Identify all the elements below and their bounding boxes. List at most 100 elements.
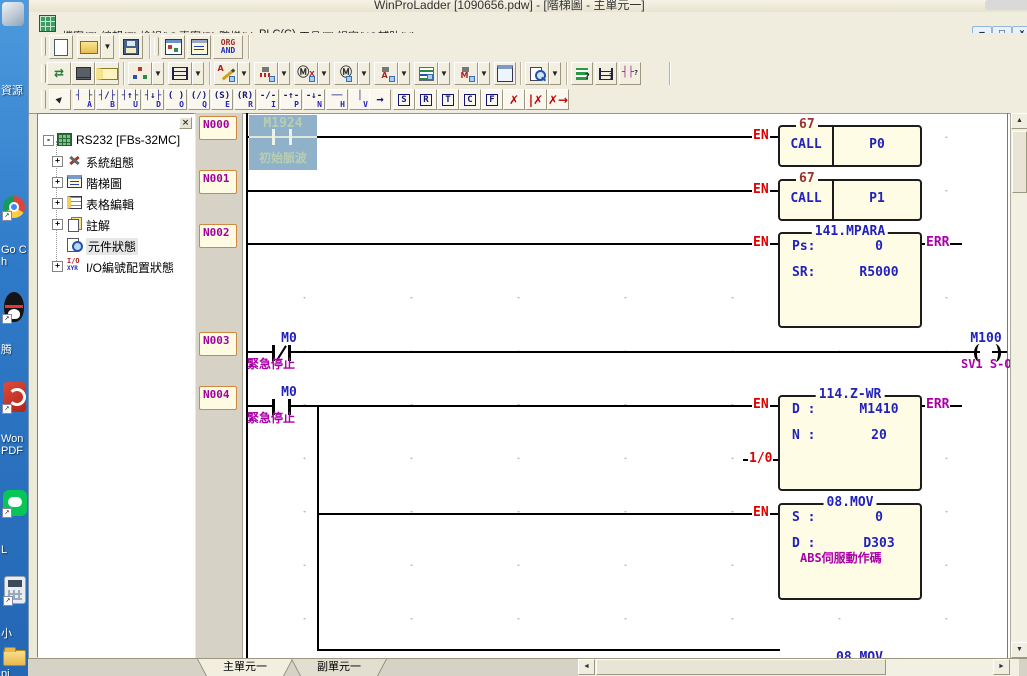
tool-counter-instruction[interactable]: C — [459, 89, 481, 110]
project-tree-button[interactable] — [128, 62, 152, 85]
plug-m-dropdown[interactable]: ▼ — [478, 62, 490, 85]
tree-root-expander[interactable]: - — [43, 135, 54, 146]
project-window-button[interactable] — [161, 35, 185, 59]
desktop-icon-label[interactable]: L — [1, 544, 27, 556]
io-swap-button[interactable]: ⇄ — [47, 62, 71, 85]
vertical-scrollbar[interactable]: ▲ ▼ — [1010, 113, 1027, 658]
tool-vline[interactable]: │V — [349, 89, 371, 110]
desktop-icon-label[interactable]: 小 — [1, 628, 27, 640]
tool-function-instruction[interactable]: F — [481, 89, 503, 110]
tree-root-label[interactable]: RS232 [FBs-32MC] — [76, 133, 180, 147]
recycle-bin-icon[interactable] — [2, 2, 24, 26]
tool-contact-b[interactable]: ┤/├B — [96, 89, 118, 110]
status-page-button[interactable] — [414, 62, 438, 85]
tree-close-button[interactable]: × — [179, 117, 192, 129]
scroll-right-button[interactable]: ► — [993, 659, 1010, 675]
tree-expander[interactable]: + — [52, 198, 63, 209]
network-label-n002[interactable]: N002 — [199, 224, 237, 248]
pdf-reader-icon[interactable]: ↗ — [3, 382, 26, 412]
tool-delete-vline[interactable]: |✗ — [525, 89, 547, 110]
open-file-button[interactable] — [77, 35, 101, 59]
status-page-dropdown[interactable]: ▼ — [438, 62, 450, 85]
coil-monitor-button[interactable] — [254, 62, 278, 85]
scrollbar-thumb[interactable] — [1012, 131, 1027, 193]
scroll-down-button[interactable]: ▼ — [1011, 642, 1027, 658]
tree-expander[interactable]: + — [52, 219, 63, 230]
network-label-n003[interactable]: N003 — [199, 332, 237, 356]
network-label-n000[interactable]: N000 — [199, 116, 237, 140]
network-label-n004[interactable]: N004 — [199, 386, 237, 410]
scroll-up-button[interactable]: ▲ — [1011, 113, 1027, 129]
zwr-block[interactable]: 114.Z-WR D : M1410 N : 20 — [778, 395, 922, 491]
plug-a-button[interactable]: A — [374, 62, 398, 85]
plug-m-button[interactable]: M — [454, 62, 478, 85]
desktop-icon-label[interactable]: Go Ch — [1, 244, 27, 268]
tree-item-comment[interactable]: 註解 — [86, 217, 110, 234]
folder-icon[interactable] — [3, 650, 26, 666]
tree-item-ladder-diagram[interactable]: 階梯圖 — [86, 175, 122, 192]
tree-item-io-config[interactable]: I/O編號配置狀態 — [86, 259, 174, 276]
desktop-icon-label[interactable]: pi — [1, 668, 27, 676]
ladder-window-button[interactable] — [187, 35, 211, 59]
tree-item-element-status[interactable]: 元件狀態 — [86, 238, 138, 255]
tool-coil-o[interactable]: ( )O — [165, 89, 187, 110]
find-button[interactable] — [525, 62, 549, 85]
network-label-n001[interactable]: N001 — [199, 170, 237, 194]
ladder-query-button[interactable]: ? — [595, 62, 617, 85]
tool-timer-instruction[interactable]: T — [437, 89, 459, 110]
memory-chip-button[interactable] — [71, 62, 95, 85]
contact-query-button[interactable]: ┤├? — [619, 62, 641, 85]
mpara-block[interactable]: 141.MPARA Ps: 0 SR: R5000 — [778, 232, 922, 328]
tool-hline[interactable]: ──H — [326, 89, 348, 110]
call-p1-block[interactable]: 67 CALL P1 — [778, 179, 922, 221]
tool-coil-q[interactable]: (/)Q — [188, 89, 210, 110]
tool-select-cursor[interactable]: ► — [49, 89, 71, 110]
open-file-dropdown[interactable]: ▼ — [101, 35, 114, 59]
tool-reset-instruction[interactable]: R — [415, 89, 437, 110]
desktop-icon-label[interactable]: 腾 — [1, 344, 27, 356]
line-app-icon[interactable]: ↗ — [3, 490, 27, 516]
desktop-icon-label[interactable]: Won PDF — [1, 433, 27, 457]
main-window-controls[interactable] — [985, 0, 1027, 10]
horizontal-scrollbar[interactable]: ◄ ► — [578, 659, 1019, 676]
toolbar-grip[interactable] — [41, 64, 46, 83]
motor-dropdown[interactable]: ▼ — [358, 62, 370, 85]
scrollbar-thumb[interactable] — [596, 659, 886, 675]
qq-icon[interactable]: ↗ — [4, 292, 24, 322]
call-p0-block[interactable]: 67 CALL P0 — [778, 125, 922, 167]
plug-a-dropdown[interactable]: ▼ — [398, 62, 410, 85]
ladder-view-dropdown[interactable]: ▼ — [192, 62, 204, 85]
tool-set-instruction[interactable]: S — [393, 89, 415, 110]
tool-contact-u[interactable]: ┤↑├U — [119, 89, 141, 110]
tool-rising-p[interactable]: -↑-P — [280, 89, 302, 110]
chrome-icon[interactable]: ↗ — [3, 196, 25, 218]
tree-expander[interactable]: + — [52, 177, 63, 188]
tool-line-right[interactable]: → — [369, 89, 391, 110]
ladder-view-button[interactable] — [168, 62, 192, 85]
toolbar-grip[interactable] — [41, 37, 46, 56]
org-and-instruction-button[interactable]: ORG AND — [213, 35, 243, 59]
tool-falling-n[interactable]: -↓-N — [303, 89, 325, 110]
motor-x-dropdown[interactable]: ▼ — [318, 62, 330, 85]
scroll-left-button[interactable]: ◄ — [578, 659, 595, 675]
find-dropdown[interactable]: ▼ — [549, 62, 561, 85]
new-file-button[interactable] — [49, 35, 73, 59]
mov-block[interactable]: 08.MOV S : 0 D : D303 ABS伺服動作碼 — [778, 503, 922, 600]
calculator-icon[interactable]: ↗ — [4, 576, 26, 604]
element-status-query-button[interactable]: ? — [571, 62, 593, 85]
tab-sub-unit[interactable]: 副單元一 — [292, 659, 386, 676]
toolbar-grip[interactable] — [154, 37, 159, 56]
tree-expander[interactable]: + — [52, 156, 63, 167]
edit-element-dropdown[interactable]: ▼ — [238, 62, 250, 85]
tool-delete-hline[interactable]: ✗→ — [547, 89, 569, 110]
tree-item-table-edit[interactable]: 表格編輯 — [86, 196, 134, 213]
tool-contact-d[interactable]: ┤↓├D — [142, 89, 164, 110]
tab-main-unit[interactable]: 主單元一 — [198, 659, 292, 676]
tool-coil-reset[interactable]: (R)R — [234, 89, 256, 110]
motor-button[interactable]: Ⓜ — [334, 62, 358, 85]
register-book-button[interactable] — [95, 62, 119, 85]
window-layout-button[interactable] — [494, 62, 516, 85]
edit-element-button[interactable]: A — [214, 62, 238, 85]
motor-x-button[interactable]: ⓂX — [294, 62, 318, 85]
desktop-icon-label[interactable]: 資源 — [1, 85, 27, 97]
